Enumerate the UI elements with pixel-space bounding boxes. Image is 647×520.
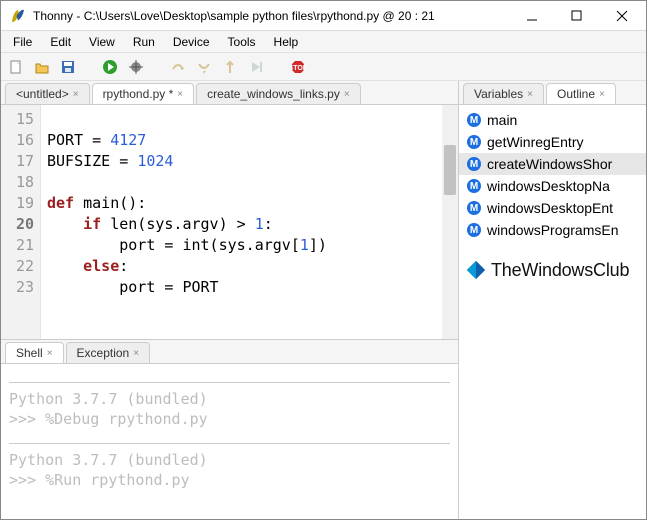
- code-line[interactable]: PORT = 4127: [47, 130, 436, 151]
- step-into-icon[interactable]: [195, 58, 213, 76]
- code-line[interactable]: port = PORT: [47, 277, 436, 298]
- toolbar: STOP: [1, 53, 646, 81]
- outline-item[interactable]: McreateWindowsShor: [459, 153, 646, 175]
- line-number: 16: [1, 130, 34, 151]
- tab-create-windows-links[interactable]: create_windows_links.py ×: [196, 83, 361, 104]
- shell-line[interactable]: >>> %Debug rpythond.py: [9, 409, 450, 429]
- code-line[interactable]: def main():: [47, 193, 436, 214]
- method-icon: M: [467, 179, 481, 193]
- outline-item-label: createWindowsShor: [487, 156, 612, 172]
- tab-rpythond[interactable]: rpythond.py * ×: [92, 83, 195, 104]
- outline-item[interactable]: Mmain: [459, 109, 646, 131]
- line-gutter: 151617181920212223: [1, 105, 41, 339]
- menu-run[interactable]: Run: [125, 33, 163, 51]
- code-editor[interactable]: 151617181920212223 PORT = 4127BUFSIZE = …: [1, 105, 458, 339]
- method-icon: M: [467, 135, 481, 149]
- outline-item-label: windowsProgramsEn: [487, 222, 619, 238]
- shell-output[interactable]: Python 3.7.7 (bundled)>>> %Debug rpython…: [1, 364, 458, 519]
- code-line[interactable]: if len(sys.argv) > 1:: [47, 214, 436, 235]
- close-icon[interactable]: ×: [599, 89, 605, 100]
- shell-line[interactable]: >>> %Run rpythond.py: [9, 470, 450, 490]
- tab-label: Shell: [16, 346, 43, 360]
- method-icon: M: [467, 201, 481, 215]
- tab-shell[interactable]: Shell ×: [5, 342, 64, 363]
- save-icon[interactable]: [59, 58, 77, 76]
- menu-file[interactable]: File: [5, 33, 40, 51]
- new-file-icon[interactable]: [7, 58, 25, 76]
- tab-outline[interactable]: Outline ×: [546, 83, 616, 104]
- menu-device[interactable]: Device: [165, 33, 218, 51]
- code-line[interactable]: [47, 172, 436, 193]
- tab-label: Variables: [474, 87, 523, 101]
- outline-item-label: main: [487, 112, 517, 128]
- menu-help[interactable]: Help: [266, 33, 307, 51]
- close-icon[interactable]: ×: [344, 89, 350, 100]
- line-number: 20: [1, 214, 34, 235]
- menu-bar: File Edit View Run Device Tools Help: [1, 31, 646, 53]
- close-icon[interactable]: ×: [527, 89, 533, 100]
- tab-variables[interactable]: Variables ×: [463, 83, 544, 104]
- tab-label: rpythond.py *: [103, 87, 174, 101]
- tab-label: Exception: [77, 346, 130, 360]
- tab-label: Outline: [557, 87, 595, 101]
- app-icon: [9, 7, 27, 25]
- title-bar: Thonny - C:\Users\Love\Desktop\sample py…: [1, 1, 646, 31]
- method-icon: M: [467, 157, 481, 171]
- tab-untitled[interactable]: <untitled> ×: [5, 83, 90, 104]
- debug-icon[interactable]: [127, 58, 145, 76]
- close-icon[interactable]: ×: [47, 348, 53, 359]
- open-folder-icon[interactable]: [33, 58, 51, 76]
- close-icon[interactable]: ×: [73, 89, 79, 100]
- line-number: 21: [1, 235, 34, 256]
- tab-label: <untitled>: [16, 87, 69, 101]
- code-line[interactable]: [47, 109, 436, 130]
- outline-item-label: windowsDesktopEnt: [487, 200, 613, 216]
- stop-icon[interactable]: STOP: [289, 58, 307, 76]
- shell-tabs: Shell × Exception ×: [1, 340, 458, 364]
- outline-item-label: windowsDesktopNa: [487, 178, 610, 194]
- outline-item[interactable]: MwindowsDesktopEnt: [459, 197, 646, 219]
- outline-item[interactable]: MwindowsProgramsEn: [459, 219, 646, 241]
- method-icon: M: [467, 223, 481, 237]
- watermark-text: TheWindowsClub: [491, 260, 629, 281]
- code-area[interactable]: PORT = 4127BUFSIZE = 1024 def main(): if…: [41, 105, 442, 339]
- menu-edit[interactable]: Edit: [42, 33, 79, 51]
- resume-icon[interactable]: [247, 58, 265, 76]
- code-line[interactable]: else:: [47, 256, 436, 277]
- close-icon[interactable]: ×: [177, 89, 183, 100]
- minimize-button[interactable]: [509, 2, 554, 30]
- outline-panel: MmainMgetWinregEntryMcreateWindowsShorMw…: [459, 105, 646, 519]
- shell-banner: Python 3.7.7 (bundled): [9, 389, 450, 409]
- step-out-icon[interactable]: [221, 58, 239, 76]
- maximize-button[interactable]: [554, 2, 599, 30]
- line-number: 23: [1, 277, 34, 298]
- step-over-icon[interactable]: [169, 58, 187, 76]
- tab-exception[interactable]: Exception ×: [66, 342, 151, 363]
- tab-label: create_windows_links.py: [207, 87, 340, 101]
- method-icon: M: [467, 113, 481, 127]
- line-number: 18: [1, 172, 34, 193]
- menu-tools[interactable]: Tools: [220, 33, 264, 51]
- close-button[interactable]: [599, 2, 644, 30]
- line-number: 19: [1, 193, 34, 214]
- svg-text:STOP: STOP: [290, 65, 306, 72]
- shell-banner: Python 3.7.7 (bundled): [9, 450, 450, 470]
- line-number: 22: [1, 256, 34, 277]
- line-number: 15: [1, 109, 34, 130]
- editor-tabs: <untitled> × rpythond.py * × create_wind…: [1, 81, 458, 105]
- outline-item[interactable]: MwindowsDesktopNa: [459, 175, 646, 197]
- run-icon[interactable]: [101, 58, 119, 76]
- right-panel-tabs: Variables × Outline ×: [459, 81, 646, 105]
- outline-item-label: getWinregEntry: [487, 134, 583, 150]
- window-title: Thonny - C:\Users\Love\Desktop\sample py…: [33, 9, 509, 23]
- code-line[interactable]: port = int(sys.argv[1]): [47, 235, 436, 256]
- menu-view[interactable]: View: [81, 33, 123, 51]
- close-icon[interactable]: ×: [133, 348, 139, 359]
- watermark: TheWindowsClub: [459, 241, 646, 299]
- line-number: 17: [1, 151, 34, 172]
- code-line[interactable]: BUFSIZE = 1024: [47, 151, 436, 172]
- editor-scrollbar[interactable]: [442, 105, 458, 339]
- outline-item[interactable]: MgetWinregEntry: [459, 131, 646, 153]
